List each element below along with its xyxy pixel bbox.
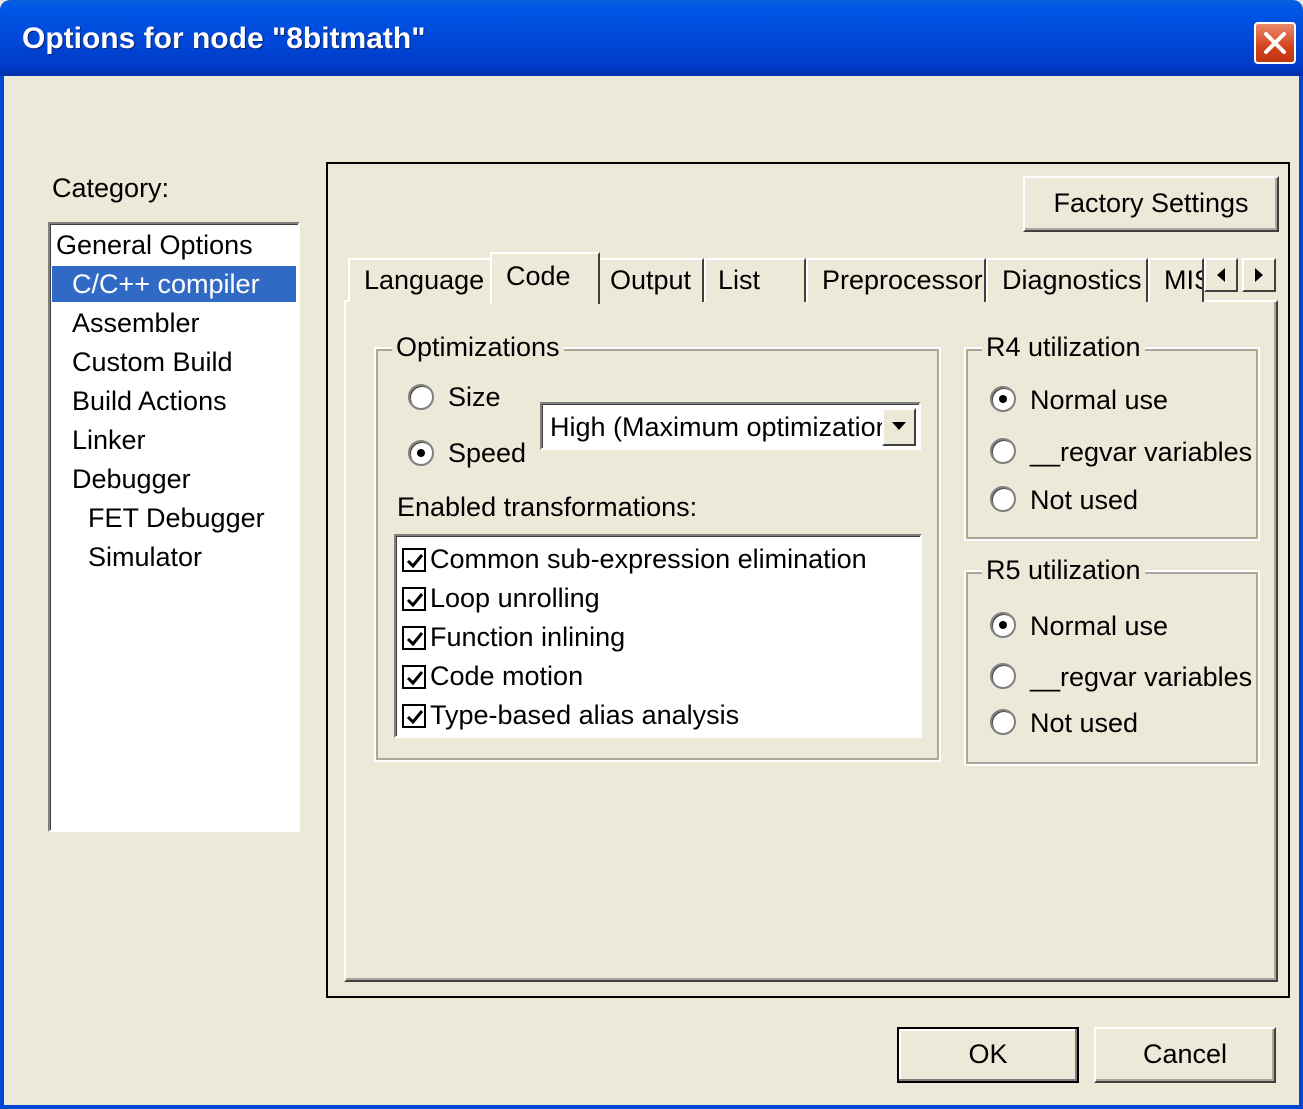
- tab-code[interactable]: Code: [490, 252, 600, 304]
- optimizations-group-title: Optimizations: [392, 332, 564, 362]
- checkbox-label: Common sub-expression elimination: [430, 544, 867, 574]
- window-border-right: [1299, 76, 1303, 1109]
- checkbox[interactable]: [402, 626, 426, 650]
- checkmark-icon: [406, 593, 424, 608]
- r4-not-used-label: Not used: [1030, 485, 1139, 515]
- tab-label: MISRA C: [1164, 265, 1202, 295]
- checkmark-icon: [406, 671, 424, 686]
- r5-utilization-title: R5 utilization: [982, 555, 1145, 585]
- r5-not-used-radio[interactable]: [990, 709, 1016, 735]
- tab-output[interactable]: Output: [598, 258, 704, 302]
- checkbox[interactable]: [402, 704, 426, 728]
- category-item-label: Debugger: [72, 464, 191, 494]
- tab-misra[interactable]: MISRA C: [1148, 258, 1204, 302]
- window-border-bottom: [0, 1105, 1303, 1109]
- tab-scroll-left-button[interactable]: [1204, 258, 1238, 292]
- close-icon: [1264, 32, 1286, 54]
- category-item-c-cpp-compiler[interactable]: C/C++ compiler: [52, 266, 296, 302]
- category-item-general-options[interactable]: General Options: [56, 227, 294, 263]
- category-item-label: FET Debugger: [88, 503, 265, 533]
- category-item-build-actions[interactable]: Build Actions: [72, 383, 227, 419]
- size-radio[interactable]: [408, 384, 434, 410]
- cancel-button[interactable]: Cancel: [1094, 1027, 1276, 1083]
- window-title: Options for node "8bitmath": [22, 22, 426, 55]
- category-item-label: Assembler: [72, 308, 200, 338]
- category-list[interactable]: General Options C/C++ compiler Assembler…: [48, 222, 300, 832]
- tab-language[interactable]: Language: [348, 258, 492, 302]
- category-item-simulator[interactable]: Simulator: [88, 539, 202, 575]
- transformations-checklist[interactable]: Common sub-expression elimination Loop u…: [394, 534, 922, 738]
- speed-radio[interactable]: [408, 440, 434, 466]
- r4-regvar-radio[interactable]: [990, 438, 1016, 464]
- tab-label: Preprocessor: [822, 265, 983, 295]
- tab-label: Output: [610, 265, 692, 295]
- optimization-level-value: High (Maximum optimization): [550, 412, 900, 442]
- category-item-assembler[interactable]: Assembler: [72, 305, 200, 341]
- checkmark-icon: [406, 632, 424, 647]
- checkbox[interactable]: [402, 587, 426, 611]
- chevron-down-icon: [892, 422, 906, 430]
- category-item-custom-build[interactable]: Custom Build: [72, 344, 233, 380]
- r4-normal-use-radio[interactable]: [990, 386, 1016, 412]
- r4-normal-use-label: Normal use: [1030, 385, 1169, 415]
- enabled-transformations-label: Enabled transformations:: [397, 492, 698, 522]
- arrow-left-icon: [1217, 268, 1225, 282]
- r5-regvar-radio[interactable]: [990, 663, 1016, 689]
- tab-diagnostics[interactable]: Diagnostics: [986, 258, 1148, 302]
- r5-normal-use-radio[interactable]: [990, 612, 1016, 638]
- tab-scroll-right-button[interactable]: [1242, 258, 1276, 292]
- r4-utilization-title: R4 utilization: [982, 332, 1145, 362]
- category-item-label: General Options: [56, 230, 253, 260]
- checkbox-label: Function inlining: [430, 622, 626, 652]
- category-item-debugger[interactable]: Debugger: [72, 461, 191, 497]
- tab-list[interactable]: List: [704, 258, 806, 302]
- checkmark-icon: [406, 554, 424, 569]
- close-button[interactable]: [1254, 22, 1296, 64]
- category-item-linker[interactable]: Linker: [72, 422, 146, 458]
- checkbox[interactable]: [402, 548, 426, 572]
- category-item-label: Build Actions: [72, 386, 227, 416]
- tab-label: List: [718, 265, 761, 295]
- category-item-label: Simulator: [88, 542, 203, 572]
- checkmark-icon: [406, 710, 424, 725]
- size-radio-label: Size: [448, 382, 501, 412]
- optimization-level-dropdown-button[interactable]: [882, 408, 916, 446]
- checkbox[interactable]: [402, 665, 426, 689]
- category-item-label: Linker: [72, 425, 146, 455]
- category-item-label: C/C++ compiler: [72, 269, 260, 299]
- checkbox-label: Code motion: [430, 661, 584, 691]
- r5-normal-use-label: Normal use: [1030, 611, 1169, 641]
- r4-regvar-label: __regvar variables: [1030, 437, 1253, 467]
- arrow-right-icon: [1255, 268, 1263, 282]
- ok-button[interactable]: OK: [897, 1027, 1079, 1083]
- radio-selected-dot: [417, 449, 425, 457]
- checkbox-label: Type-based alias analysis: [430, 700, 740, 730]
- tab-label: Code: [506, 261, 571, 291]
- window-border-left: [0, 76, 4, 1109]
- category-item-label: Custom Build: [72, 347, 233, 377]
- category-label: Category:: [52, 173, 170, 203]
- factory-settings-button[interactable]: Factory Settings: [1023, 176, 1279, 232]
- r5-regvar-label: __regvar variables: [1030, 662, 1253, 692]
- radio-selected-dot: [999, 395, 1007, 403]
- tab-preprocessor[interactable]: Preprocessor: [806, 258, 986, 302]
- tab-label: Language: [364, 265, 485, 295]
- r5-not-used-label: Not used: [1030, 708, 1139, 738]
- tab-label: Diagnostics: [1002, 265, 1142, 295]
- optimization-level-select[interactable]: High (Maximum optimization): [540, 402, 921, 450]
- speed-radio-label: Speed: [448, 438, 527, 468]
- category-item-fet-debugger[interactable]: FET Debugger: [88, 500, 265, 536]
- radio-selected-dot: [999, 621, 1007, 629]
- checkbox-label: Loop unrolling: [430, 583, 600, 613]
- r4-not-used-radio[interactable]: [990, 486, 1016, 512]
